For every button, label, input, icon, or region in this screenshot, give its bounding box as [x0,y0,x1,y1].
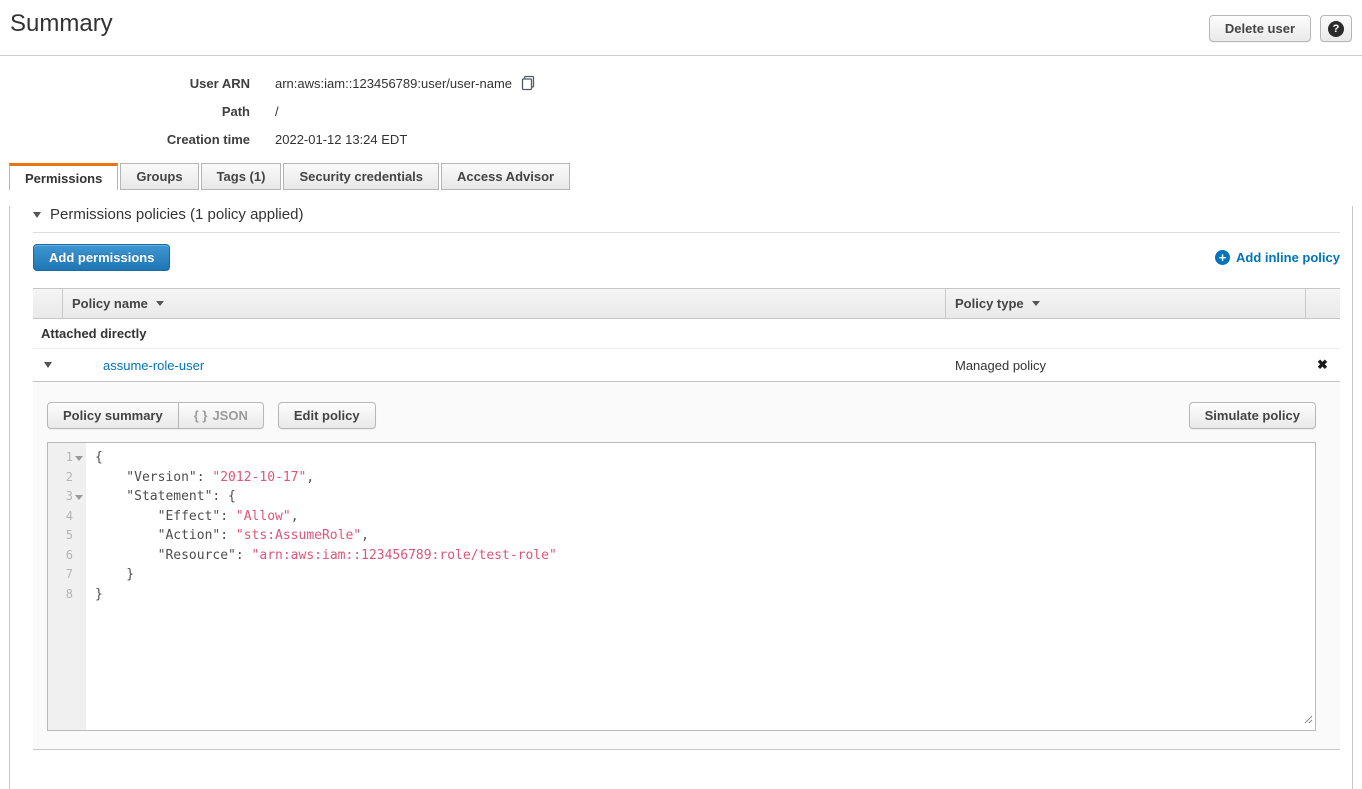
policy-name-link[interactable]: assume-role-user [103,358,204,373]
policy-summary-button[interactable]: Policy summary [47,402,179,429]
line-number: 3 [48,487,86,507]
policy-actions-row: Add permissions + Add inline policy [33,244,1340,271]
chevron-down-icon [33,212,41,218]
code-line-text: "Resource": "arn:aws:iam::123456789:role… [86,546,557,566]
code-line: 6 "Resource": "arn:aws:iam::123456789:ro… [48,546,1315,566]
json-view-button[interactable]: { } JSON [178,402,264,429]
plus-icon: + [1215,250,1230,265]
page-header: Summary Delete user ? [0,0,1362,56]
page-title: Summary [0,0,1362,38]
policy-name-column-header[interactable]: Policy name [62,289,945,318]
policy-json-editor[interactable]: 1 { 2 "Version": "2012-10-17", 3 "Statem… [47,442,1316,731]
code-line: 1 { [48,448,1315,468]
code-line-text: "Statement": { [86,487,236,507]
remove-policy-icon[interactable]: ✖ [1317,357,1328,372]
user-arn-label: User ARN [0,76,250,91]
policy-type-header-label: Policy type [955,296,1024,311]
creation-time-value: 2022-01-12 13:24 EDT [275,132,407,147]
delete-user-button[interactable]: Delete user [1209,15,1311,42]
tab-access-advisor[interactable]: Access Advisor [441,163,570,190]
line-number: 7 [48,565,86,585]
field-row-path: Path / [0,97,1362,125]
actions-column-header [1305,289,1340,318]
collapse-row-toggle[interactable] [33,362,62,368]
creation-time-label: Creation time [0,132,250,147]
user-arn-text: arn:aws:iam::123456789:user/user-name [275,76,512,91]
line-number: 1 [48,448,86,468]
code-line-text: "Effect": "Allow", [86,507,299,527]
sort-arrow-icon [156,301,164,306]
copy-icon[interactable] [520,75,536,91]
code-line: 4 "Effect": "Allow", [48,507,1315,527]
line-number: 6 [48,546,86,566]
code-line: 8 } [48,585,1315,605]
code-line: 7 } [48,565,1315,585]
field-row-user-arn: User ARN arn:aws:iam::123456789:user/use… [0,69,1362,97]
policy-type-cell: Managed policy [945,358,1305,373]
code-line-text: } [86,585,103,605]
add-permissions-button[interactable]: Add permissions [33,244,170,271]
code-line-text: } [86,565,134,585]
line-number: 8 [48,585,86,605]
simulate-policy-button[interactable]: Simulate policy [1189,402,1316,429]
path-label: Path [0,104,250,119]
expand-column-header [33,289,62,318]
tab-groups[interactable]: Groups [120,163,198,190]
fold-icon[interactable] [75,495,83,500]
path-value: / [275,104,279,119]
policy-table: Policy name Policy type Attached directl… [33,288,1340,750]
policy-detail-toolbar: Policy summary { } JSON Edit policy Simu… [47,402,1316,429]
field-row-creation-time: Creation time 2022-01-12 13:24 EDT [0,125,1362,153]
line-number: 2 [48,468,86,488]
permissions-policies-heading: Permissions policies (1 policy applied) [50,206,303,223]
tab-security-credentials[interactable]: Security credentials [283,163,439,190]
policy-actions-cell: ✖ [1305,357,1340,373]
fold-icon[interactable] [75,456,83,461]
code-line-text: { [86,448,103,468]
policy-detail-panel: Policy summary { } JSON Edit policy Simu… [33,381,1340,750]
policy-type-column-header[interactable]: Policy type [945,289,1305,318]
permissions-policies-toggle[interactable]: Permissions policies (1 policy applied) [33,206,1340,223]
code-line: 2 "Version": "2012-10-17", [48,468,1315,488]
table-header: Policy name Policy type [33,288,1340,319]
code-line-text: "Action": "sts:AssumeRole", [86,526,369,546]
tab-bar: Permissions Groups Tags (1) Security cre… [0,163,1362,190]
permissions-tab-content: Permissions policies (1 policy applied) … [9,206,1353,789]
attached-directly-group-row: Attached directly [33,319,1340,349]
chevron-down-icon [44,362,52,368]
line-number: 5 [48,526,86,546]
braces-icon: { } [194,408,208,423]
code-line-text: "Version": "2012-10-17", [86,468,314,488]
resize-handle[interactable] [1302,713,1313,728]
edit-policy-button[interactable]: Edit policy [278,402,376,429]
line-number: 4 [48,507,86,527]
user-arn-value: arn:aws:iam::123456789:user/user-name [275,75,536,91]
code-line: 3 "Statement": { [48,487,1315,507]
table-row: assume-role-user Managed policy ✖ [33,349,1340,381]
help-button[interactable]: ? [1320,15,1352,42]
tab-tags[interactable]: Tags (1) [201,163,282,190]
section-divider [33,232,1340,233]
sort-arrow-icon [1032,301,1040,306]
summary-fields: User ARN arn:aws:iam::123456789:user/use… [0,56,1362,153]
header-actions: Delete user ? [1209,15,1352,42]
add-inline-policy-label: Add inline policy [1236,250,1340,265]
tab-permissions[interactable]: Permissions [9,163,118,190]
policy-view-toggle: Policy summary { } JSON [47,402,264,429]
add-inline-policy-link[interactable]: + Add inline policy [1215,250,1340,265]
help-icon: ? [1328,21,1344,37]
policy-name-cell: assume-role-user [62,358,945,373]
code-line: 5 "Action": "sts:AssumeRole", [48,526,1315,546]
json-view-label: JSON [212,408,247,423]
policy-name-header-label: Policy name [72,296,148,311]
